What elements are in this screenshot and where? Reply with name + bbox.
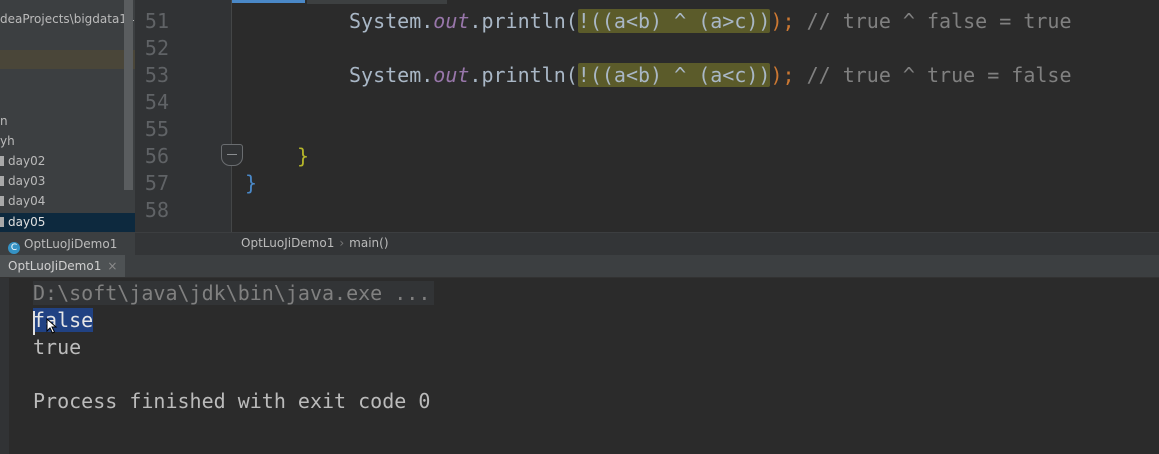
console-gutter [0, 278, 9, 454]
console-line: true [33, 335, 82, 359]
line-number: 51 [144, 9, 169, 33]
line-number: 53 [144, 63, 169, 87]
tree-node-day05[interactable]: day05 [0, 213, 135, 232]
code-comment: // true ^ false = true [794, 9, 1072, 33]
console-line: Process finished with exit code 0 [33, 389, 431, 413]
folder-icon [0, 217, 4, 227]
tree-scrollbar[interactable] [124, 0, 133, 190]
close-icon[interactable]: × [107, 259, 117, 273]
tree-node-day04[interactable]: day04 [0, 192, 45, 211]
selected-output: false [33, 308, 94, 332]
breadcrumb-method[interactable]: main() [349, 236, 388, 250]
line-number: 57 [144, 171, 169, 195]
line-number: 52 [144, 36, 169, 60]
tree-node-day02[interactable]: day02 [0, 152, 45, 171]
project-path: deaProjects\bigdata14 [0, 12, 135, 26]
tree-node-n[interactable]: n [0, 112, 8, 131]
run-tab-bar: OptLuoJiDemo1 × [0, 255, 1159, 278]
code-editor[interactable]: 51 52 53 54 55 56 57 58 System.out.print… [135, 0, 1159, 232]
run-console[interactable]: D:\soft\java\jdk\bin\java.exe ... false … [0, 278, 1159, 454]
matched-expression: !((a<b) ^ (a<c)) [577, 63, 771, 87]
tree-node-open-file[interactable]: C OptLuoJiDemo1 [0, 233, 135, 255]
line-number: 58 [144, 198, 169, 222]
line-number: 55 [144, 117, 169, 141]
console-line: D:\soft\java\jdk\bin\java.exe ... [33, 280, 435, 307]
line-number: 54 [144, 90, 169, 114]
line-number: 56 [144, 144, 169, 168]
tree-highlight-row [0, 50, 135, 69]
class-closing-brace: } [245, 171, 258, 195]
tree-node-day03[interactable]: day03 [0, 172, 45, 191]
console-command: D:\soft\java\jdk\bin\java.exe ... [33, 281, 435, 305]
breadcrumb-bar: OptLuoJiDemo1 › main() [135, 232, 1159, 255]
mouse-cursor-icon [46, 318, 58, 334]
code-comment: // true ^ true = false [794, 63, 1072, 87]
breadcrumb-separator: › [339, 236, 345, 250]
console-line[interactable]: false [33, 307, 94, 334]
project-tree-panel: deaProjects\bigdata14 n yh day02 day03 d… [0, 0, 135, 233]
code-line-53[interactable]: System.out.println(!((a<b) ^ (a<c))); //… [349, 62, 1072, 89]
breadcrumb-class[interactable]: OptLuoJiDemo1 [241, 236, 334, 250]
method-closing-brace: } [297, 144, 310, 168]
folder-icon [0, 196, 4, 206]
breadcrumb: OptLuoJiDemo1 › main() [241, 236, 389, 250]
folder-icon [0, 156, 4, 166]
run-tab[interactable]: OptLuoJiDemo1 × [0, 255, 126, 277]
java-class-icon: C [8, 242, 20, 254]
code-fold-icon[interactable] [221, 144, 243, 166]
editor-tab-edge [307, 0, 447, 4]
text-caret [33, 311, 35, 335]
tree-node-yh[interactable]: yh [0, 132, 15, 151]
folder-icon [0, 176, 4, 186]
gutter-separator [231, 0, 232, 232]
code-line-51[interactable]: System.out.println(!((a<b) ^ (a>c))); //… [349, 8, 1072, 35]
matched-expression: !((a<b) ^ (a>c)) [577, 9, 771, 33]
